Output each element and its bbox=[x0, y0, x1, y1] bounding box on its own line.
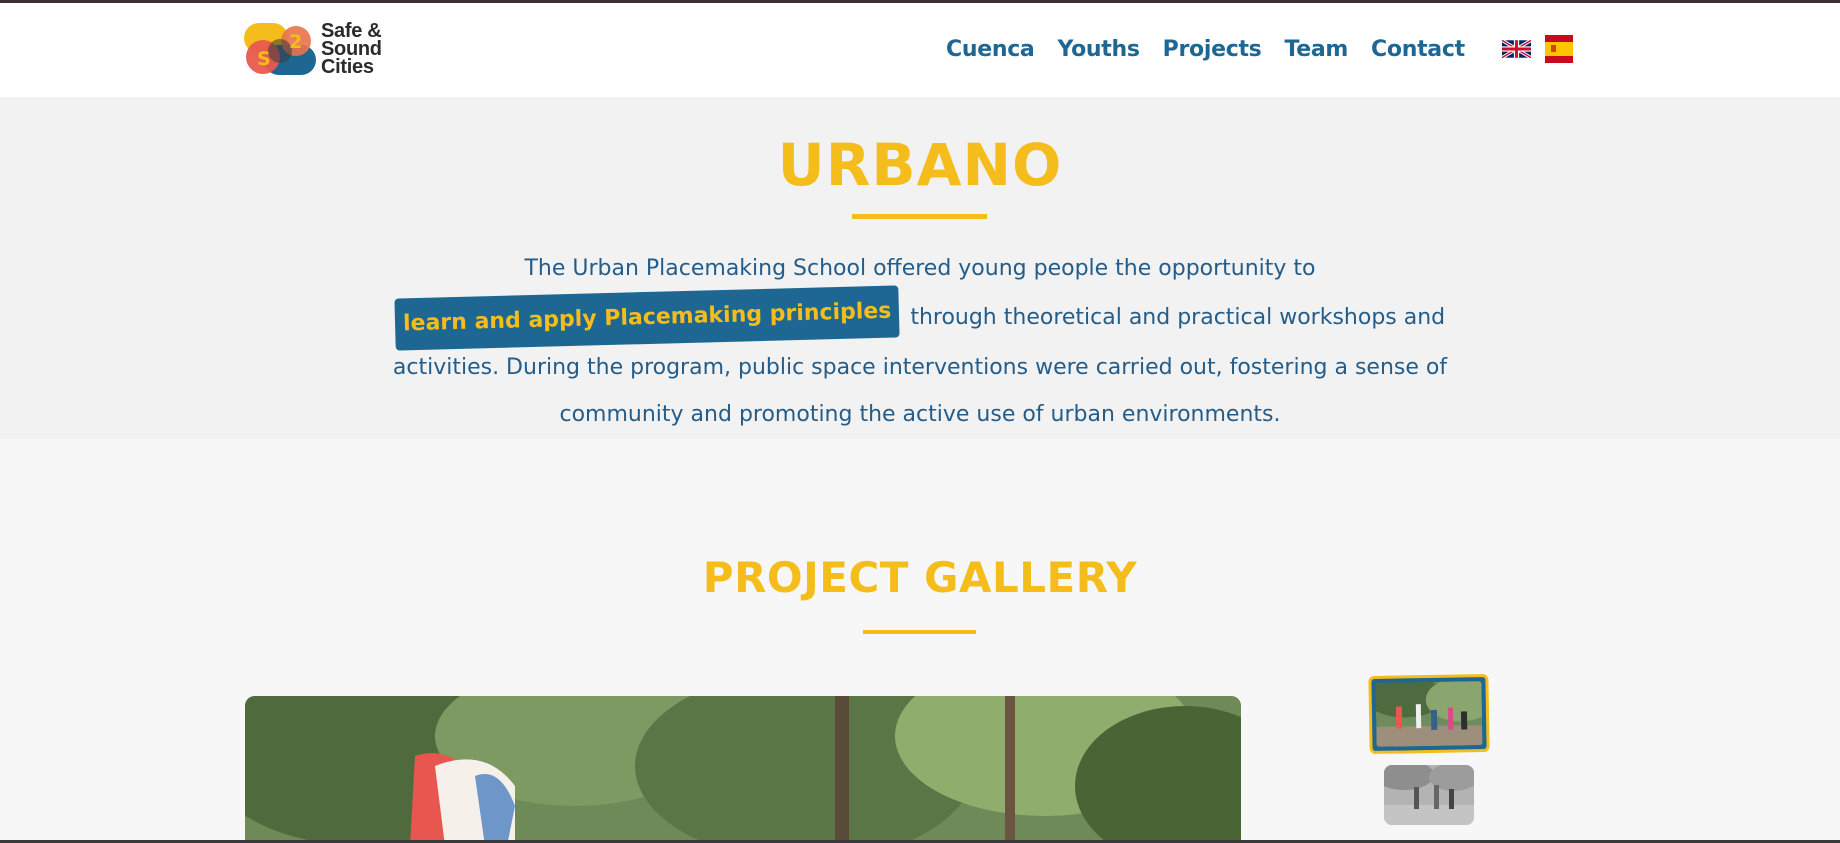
logo-line-3: Cities bbox=[321, 56, 374, 78]
gallery-main-photo-graphic bbox=[245, 696, 1241, 843]
gallery-title-underline bbox=[863, 630, 976, 634]
page-title: URBANO bbox=[777, 131, 1063, 199]
logo-wordmark: Safe & Sound Cities bbox=[321, 21, 382, 78]
site-header: S 2 Safe & Sound Cities Cuenca Youths Pr… bbox=[0, 3, 1840, 97]
site-logo[interactable]: S 2 Safe & Sound Cities bbox=[244, 18, 394, 80]
spain-flag-icon[interactable] bbox=[1545, 35, 1573, 63]
gallery-thumbnail-1-image bbox=[1375, 681, 1483, 747]
nav-cuenca[interactable]: Cuenca bbox=[946, 37, 1035, 62]
gallery-section: PROJECT GALLERY bbox=[0, 473, 1840, 843]
gallery-title: PROJECT GALLERY bbox=[702, 553, 1138, 602]
intro-text-before: The Urban Placemaking School offered you… bbox=[524, 256, 1316, 281]
intro-highlight: learn and apply Placemaking principles bbox=[394, 285, 900, 351]
language-switcher bbox=[1502, 35, 1573, 63]
nav-youths[interactable]: Youths bbox=[1057, 37, 1139, 62]
gallery-main-image[interactable] bbox=[245, 696, 1241, 843]
main-nav: Cuenca Youths Projects Team Contact bbox=[946, 37, 1488, 62]
nav-team[interactable]: Team bbox=[1284, 37, 1348, 62]
nav-projects[interactable]: Projects bbox=[1163, 37, 1262, 62]
intro-paragraph: The Urban Placemaking School offered you… bbox=[372, 245, 1468, 438]
logo-mark-icon: S 2 bbox=[244, 23, 316, 75]
gallery-thumbnail-2-image bbox=[1384, 765, 1474, 825]
gallery-thumbnail-2[interactable] bbox=[1384, 765, 1474, 825]
uk-flag-icon[interactable] bbox=[1502, 40, 1531, 58]
title-underline bbox=[852, 214, 987, 219]
nav-contact[interactable]: Contact bbox=[1371, 37, 1465, 62]
gallery-thumbnail-1[interactable] bbox=[1368, 673, 1490, 755]
svg-text:2: 2 bbox=[289, 31, 302, 53]
intro-section: URBANO The Urban Placemaking School offe… bbox=[0, 97, 1840, 439]
svg-text:S: S bbox=[257, 48, 271, 70]
